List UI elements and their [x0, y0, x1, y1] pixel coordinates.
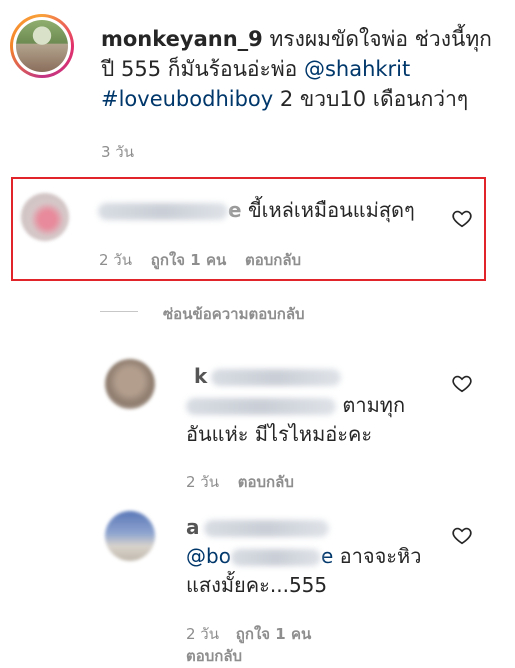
reply-likes[interactable]: ถูกใจ 1 คน [236, 625, 311, 643]
post-avatar-ring[interactable] [10, 14, 74, 78]
comment-text: ขี้เหล่เหมือนแม่สุดๆ [247, 198, 415, 222]
blurred-username [211, 369, 342, 386]
replies-divider [100, 311, 138, 312]
post-caption: monkeyann_9 ทรงผมขัดใจพ่อ ช่วงนี้ทุกปี 5… [101, 24, 496, 114]
post-avatar[interactable] [16, 20, 68, 72]
reply-text-line1: ตามทุก [342, 393, 406, 417]
reply-time: 2 วัน [186, 625, 219, 643]
post-time: 3 วัน [101, 143, 134, 161]
caption-tail: 2 ขวบ10 เดือนกว่าๆ [273, 87, 469, 111]
reply-text-line2: แสงมั้ยคะ...555 [186, 573, 328, 597]
blurred-username [98, 203, 228, 220]
reply-avatar[interactable] [105, 511, 155, 561]
reply-time: 2 วัน [186, 473, 219, 491]
reply-reply-button[interactable]: ตอบกลับ [186, 647, 242, 665]
comment-meta: 2 วัน ถูกใจ 1 คน ตอบกลับ [99, 248, 301, 272]
post-username[interactable]: monkeyann_9 [101, 27, 263, 51]
reply-avatar[interactable] [105, 359, 155, 409]
reply-reply-button[interactable]: ตอบกลับ [238, 473, 294, 491]
heart-icon[interactable] [451, 372, 473, 394]
reply-body: k ตามทุก อันแห่ะ มีไรไหมอ่ะคะ [186, 362, 441, 449]
blurred-mention [230, 549, 321, 566]
blurred-username [203, 520, 329, 537]
comment-avatar[interactable] [21, 193, 69, 241]
comment-reply-button[interactable]: ตอบกลับ [245, 251, 301, 269]
caption-hashtag[interactable]: #loveubodhiboy [101, 87, 273, 111]
reply-username-visible[interactable]: a [186, 515, 200, 539]
reply-username-visible[interactable]: k [194, 364, 207, 388]
caption-mention[interactable]: @shahkrit [304, 57, 410, 81]
hide-replies-button[interactable]: ซ่อนข้อความตอบกลับ [163, 302, 305, 326]
comment-time: 2 วัน [99, 251, 132, 269]
heart-icon[interactable] [451, 524, 473, 546]
comment-username-visible[interactable]: e [228, 198, 242, 222]
reply-mention-tail[interactable]: e [321, 544, 333, 568]
comment-body: e ขี้เหล่เหมือนแม่สุดๆ [98, 196, 415, 225]
reply-body: a @bo e อาจจะหิว แสงมั้ยคะ...555 [186, 513, 446, 600]
reply-meta: 2 วัน ตอบกลับ [186, 470, 294, 494]
reply-text-line2: อันแห่ะ มีไรไหมอ่ะคะ [186, 422, 373, 446]
blurred-mention [186, 398, 336, 415]
comment-likes[interactable]: ถูกใจ 1 คน [151, 251, 226, 269]
reply-mention[interactable]: @bo [186, 544, 231, 568]
reply-text-line1: อาจจะหิว [333, 544, 422, 568]
reply-meta: 2 วัน ถูกใจ 1 คน ตอบกลับ [186, 623, 386, 667]
heart-icon[interactable] [451, 207, 473, 229]
